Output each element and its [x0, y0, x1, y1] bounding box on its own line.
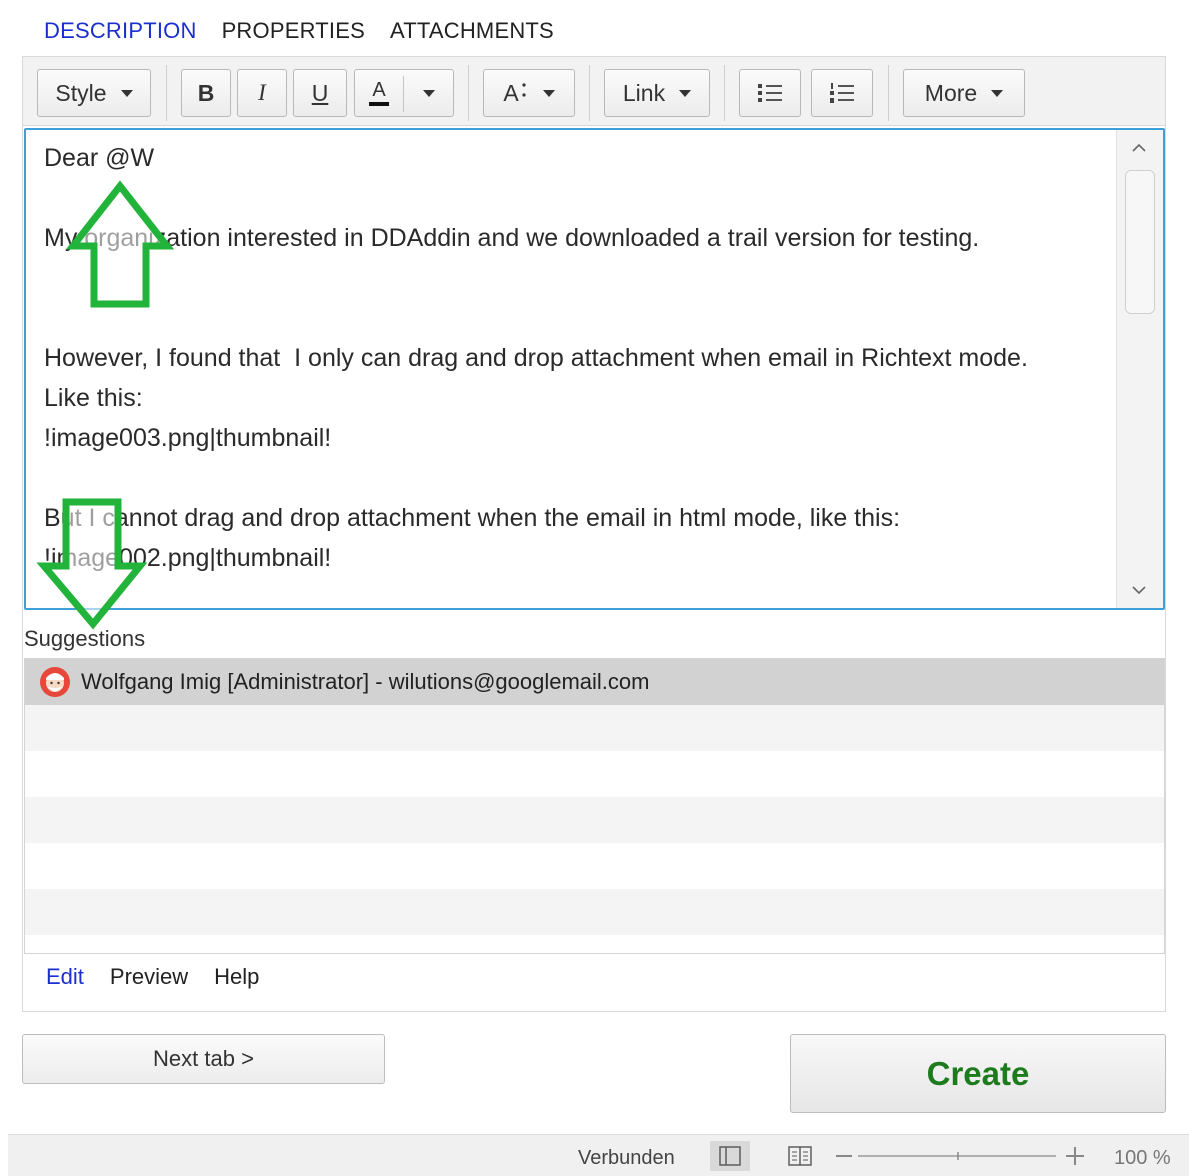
split-divider [403, 76, 404, 112]
tab-description[interactable]: DESCRIPTION [44, 18, 197, 44]
status-bar: Verbunden 100 % [8, 1134, 1189, 1176]
tab-bar: DESCRIPTION PROPERTIES ATTACHMENTS [44, 18, 554, 44]
caret-down-icon [423, 90, 435, 97]
empty-row [25, 797, 1164, 843]
empty-row [25, 751, 1164, 797]
create-button[interactable]: Create [790, 1034, 1166, 1113]
create-label: Create [926, 1054, 1030, 1092]
font-size-arrows [522, 82, 526, 97]
underline-button[interactable]: U [293, 69, 347, 117]
suggestion-text: Wolfgang Imig [Administrator] - wilution… [81, 669, 650, 694]
description-editor[interactable]: Dear @W My organization interested in DD… [24, 128, 1165, 610]
scroll-down-icon[interactable] [1131, 582, 1147, 598]
suggestions-list[interactable]: Wolfgang Imig [Administrator] - wilution… [24, 658, 1165, 954]
font-color-label: A [372, 79, 386, 101]
suggestion-item[interactable]: Wolfgang Imig [Administrator] - wilution… [25, 659, 1164, 705]
scroll-thumb[interactable] [1125, 170, 1155, 314]
bullet-list-button[interactable] [739, 69, 801, 117]
zoom-level: 100 % [1114, 1147, 1171, 1169]
reading-view-button[interactable] [780, 1141, 820, 1171]
bold-label: B [197, 79, 215, 106]
underline-label: U [311, 79, 329, 106]
numbered-list-icon [830, 83, 854, 103]
italic-label: I [258, 80, 266, 105]
connection-status: Verbunden [578, 1147, 675, 1169]
caret-down-icon [542, 89, 555, 97]
caret-down-icon [120, 89, 133, 97]
more-dropdown[interactable]: More [903, 69, 1025, 117]
normal-view-icon [719, 1146, 741, 1166]
tab-attachments[interactable]: ATTACHMENTS [390, 18, 554, 44]
next-tab-label: Next tab > [153, 1046, 254, 1071]
font-size-dropdown[interactable]: A [483, 69, 575, 117]
link-dropdown[interactable]: Link [604, 69, 710, 117]
toolbar-separator [468, 65, 469, 121]
formatting-toolbar: Style B I U A A Link More [22, 56, 1166, 126]
scroll-up-icon[interactable] [1131, 140, 1147, 156]
empty-row [25, 843, 1164, 889]
toolbar-separator [589, 65, 590, 121]
next-tab-button[interactable]: Next tab > [22, 1034, 385, 1084]
color-swatch [369, 102, 389, 106]
toolbar-separator [724, 65, 725, 121]
empty-row [25, 889, 1164, 935]
reading-view-icon [788, 1146, 812, 1166]
more-label: More [924, 79, 978, 106]
tab-properties[interactable]: PROPERTIES [222, 18, 365, 44]
zoom-slider[interactable] [834, 1143, 1104, 1169]
bold-button[interactable]: B [181, 69, 231, 117]
editor-text[interactable]: Dear @W My organization interested in DD… [44, 138, 1114, 578]
normal-view-button[interactable] [710, 1141, 750, 1171]
toolbar-separator [166, 65, 167, 121]
font-size-icon: A [503, 79, 526, 107]
tab-edit[interactable]: Edit [46, 964, 84, 990]
suggestions-label: Suggestions [24, 626, 146, 651]
numbered-list-button[interactable] [811, 69, 873, 117]
style-label: Style [55, 79, 107, 106]
font-size-label: A [503, 79, 519, 106]
italic-button[interactable]: I [237, 69, 287, 117]
font-color-icon: A [369, 80, 389, 106]
font-color-dropdown[interactable]: A [354, 69, 454, 117]
empty-row [25, 935, 1164, 953]
caret-down-icon [991, 89, 1004, 97]
editor-mode-tabs: Edit Preview Help [46, 964, 259, 990]
toolbar-separator [888, 65, 889, 121]
caret-down-icon [679, 89, 692, 97]
vertical-scrollbar[interactable] [1116, 130, 1163, 608]
bullet-list-icon [758, 84, 782, 102]
style-dropdown[interactable]: Style [37, 69, 151, 117]
link-label: Link [622, 79, 666, 106]
avatar-icon [40, 667, 70, 697]
empty-row [25, 705, 1164, 751]
tab-preview[interactable]: Preview [110, 964, 188, 990]
tab-help[interactable]: Help [214, 964, 259, 990]
